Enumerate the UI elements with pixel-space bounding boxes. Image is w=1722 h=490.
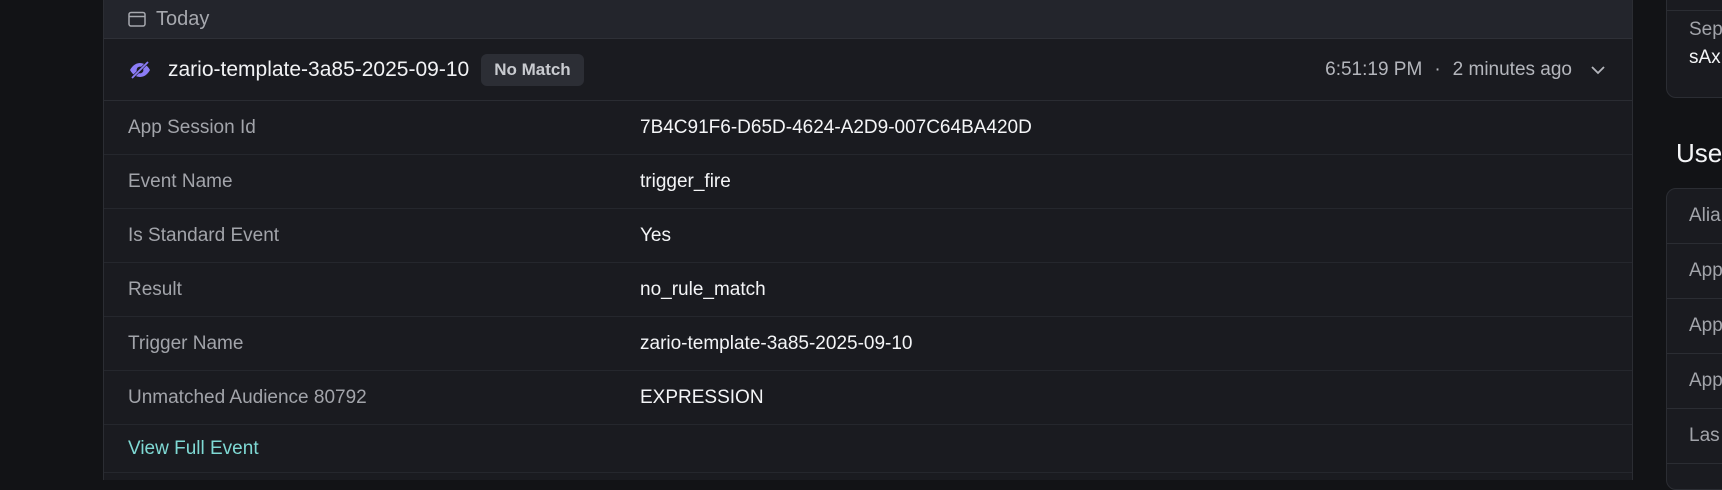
property-value: EXPRESSION bbox=[640, 386, 764, 408]
property-row: Trigger Name zario-template-3a85-2025-09… bbox=[104, 317, 1632, 371]
info-card: Sep sAx bbox=[1666, 0, 1722, 98]
property-row: App Session Id 7B4C91F6-D65D-4624-A2D9-0… bbox=[104, 101, 1632, 155]
property-label: Unmatched Audience 80792 bbox=[128, 386, 367, 408]
property-row: Unmatched Audience 80792 EXPRESSION bbox=[104, 371, 1632, 425]
calendar-icon bbox=[128, 11, 146, 27]
user-info-item: App bbox=[1667, 299, 1722, 354]
status-badge: No Match bbox=[481, 53, 584, 86]
event-time: 6:51:19 PM bbox=[1325, 58, 1423, 80]
user-info-item: Las bbox=[1667, 409, 1722, 464]
property-row: Is Standard Event Yes bbox=[104, 209, 1632, 263]
time-separator: · bbox=[1434, 58, 1441, 80]
property-row: Result no_rule_match bbox=[104, 263, 1632, 317]
property-label: Trigger Name bbox=[128, 332, 244, 354]
user-info-card: Alia App App App Las bbox=[1666, 188, 1722, 490]
event-log-panel: Today zario-template-3a85-2025-09-10 No … bbox=[103, 0, 1633, 480]
user-info-item: App bbox=[1667, 354, 1722, 409]
property-label: Result bbox=[128, 278, 182, 300]
info-card-value: sAx bbox=[1689, 47, 1721, 68]
property-label: App Session Id bbox=[128, 116, 256, 138]
section-title: Use bbox=[1676, 138, 1722, 168]
user-info-item: Alia bbox=[1667, 189, 1722, 244]
event-relative-time: 2 minutes ago bbox=[1452, 58, 1572, 80]
day-group-header: Today bbox=[104, 0, 1632, 39]
day-label: Today bbox=[156, 7, 210, 30]
event-title: zario-template-3a85-2025-09-10 bbox=[168, 57, 470, 81]
property-value: trigger_fire bbox=[640, 170, 731, 192]
chevron-down-icon[interactable] bbox=[1588, 60, 1608, 80]
property-label: Is Standard Event bbox=[128, 224, 280, 246]
property-value: no_rule_match bbox=[640, 278, 766, 300]
event-header[interactable]: zario-template-3a85-2025-09-10 No Match … bbox=[104, 39, 1632, 101]
info-card-label: Sep bbox=[1689, 19, 1722, 40]
user-info-item: App bbox=[1667, 244, 1722, 299]
right-panel: Sep sAx Use Alia App App App Las bbox=[1666, 0, 1722, 490]
property-value: zario-template-3a85-2025-09-10 bbox=[640, 332, 913, 354]
view-full-event-row: View Full Event bbox=[104, 425, 1632, 473]
view-full-event-link[interactable]: View Full Event bbox=[128, 438, 259, 460]
eye-off-icon bbox=[130, 60, 150, 79]
property-row: Event Name trigger_fire bbox=[104, 155, 1632, 209]
property-value: 7B4C91F6-D65D-4624-A2D9-007C64BA420D bbox=[640, 116, 1032, 138]
property-label: Event Name bbox=[128, 170, 233, 192]
property-value: Yes bbox=[640, 224, 671, 246]
